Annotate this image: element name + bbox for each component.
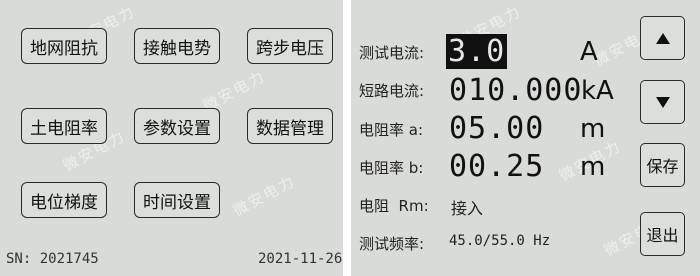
test-current-value-text: 3.0 — [446, 34, 508, 69]
resistance-rm-label: 电阻 Rm: — [359, 197, 429, 215]
watermark: 微安电力 — [229, 172, 299, 220]
resistance-rm-value[interactable]: 接入 — [451, 195, 483, 219]
menu-button-potential-gradient[interactable]: 电位梯度 — [21, 182, 107, 218]
measurement-screen: 微安电力 微安电力 微安电力 微安电力 测试电流: 3.0 A 短路电流: 01… — [351, 0, 700, 276]
resistivity-a-unit: m — [580, 114, 606, 144]
menu-button-soil-resistivity[interactable]: 土电阻率 — [21, 108, 107, 144]
test-current-unit: A — [580, 37, 598, 67]
exit-button[interactable]: 退出 — [640, 212, 685, 256]
menu-button-label: 电位梯度 — [30, 192, 98, 213]
resistivity-b-unit: m — [580, 152, 606, 182]
menu-button-ground-impedance[interactable]: 地网阻抗 — [21, 28, 107, 64]
short-current-label: 短路电流: — [359, 82, 425, 100]
arrow-down-icon — [655, 96, 670, 108]
up-button[interactable] — [640, 16, 685, 60]
save-button[interactable]: 保存 — [640, 143, 685, 187]
test-current-value[interactable]: 3.0 — [446, 34, 508, 69]
resistivity-b-value[interactable]: 00.25 — [449, 152, 544, 182]
menu-button-data-management[interactable]: 数据管理 — [247, 108, 333, 144]
short-current-unit: kA — [581, 76, 614, 106]
save-button-label: 保存 — [646, 157, 679, 176]
main-menu-screen: 微安电力 微安电力 微安电力 微安电力 地网阻抗 接触电势 跨步电压 土电阻率 … — [0, 0, 343, 276]
test-frequency-label: 测试频率: — [359, 235, 425, 253]
menu-button-label: 地网阻抗 — [30, 38, 98, 59]
short-current-value[interactable]: 010.000 — [449, 76, 582, 106]
menu-button-parameter-settings[interactable]: 参数设置 — [134, 108, 220, 144]
menu-button-label: 参数设置 — [143, 118, 211, 139]
menu-button-label: 数据管理 — [256, 118, 324, 139]
resistivity-a-label: 电阻率 a: — [359, 121, 424, 139]
test-frequency-value: 45.0/55.0 Hz — [449, 233, 551, 249]
menu-button-label: 时间设置 — [143, 192, 211, 213]
test-current-label: 测试电流: — [359, 44, 425, 62]
menu-button-label: 接触电势 — [143, 38, 211, 59]
menu-button-contact-potential[interactable]: 接触电势 — [134, 28, 220, 64]
menu-button-time-settings[interactable]: 时间设置 — [134, 182, 220, 218]
serial-number: SN: 2021745 — [6, 251, 99, 267]
menu-button-label: 跨步电压 — [256, 38, 324, 59]
menu-button-label: 土电阻率 — [30, 118, 98, 139]
arrow-up-icon — [655, 32, 670, 44]
resistivity-a-value[interactable]: 05.00 — [449, 114, 544, 144]
date-display: 2021-11-26 — [258, 251, 343, 267]
exit-button-label: 退出 — [646, 226, 679, 245]
resistivity-b-label: 电阻率 b: — [359, 159, 424, 177]
down-button[interactable] — [640, 80, 685, 124]
menu-button-step-voltage[interactable]: 跨步电压 — [247, 28, 333, 64]
